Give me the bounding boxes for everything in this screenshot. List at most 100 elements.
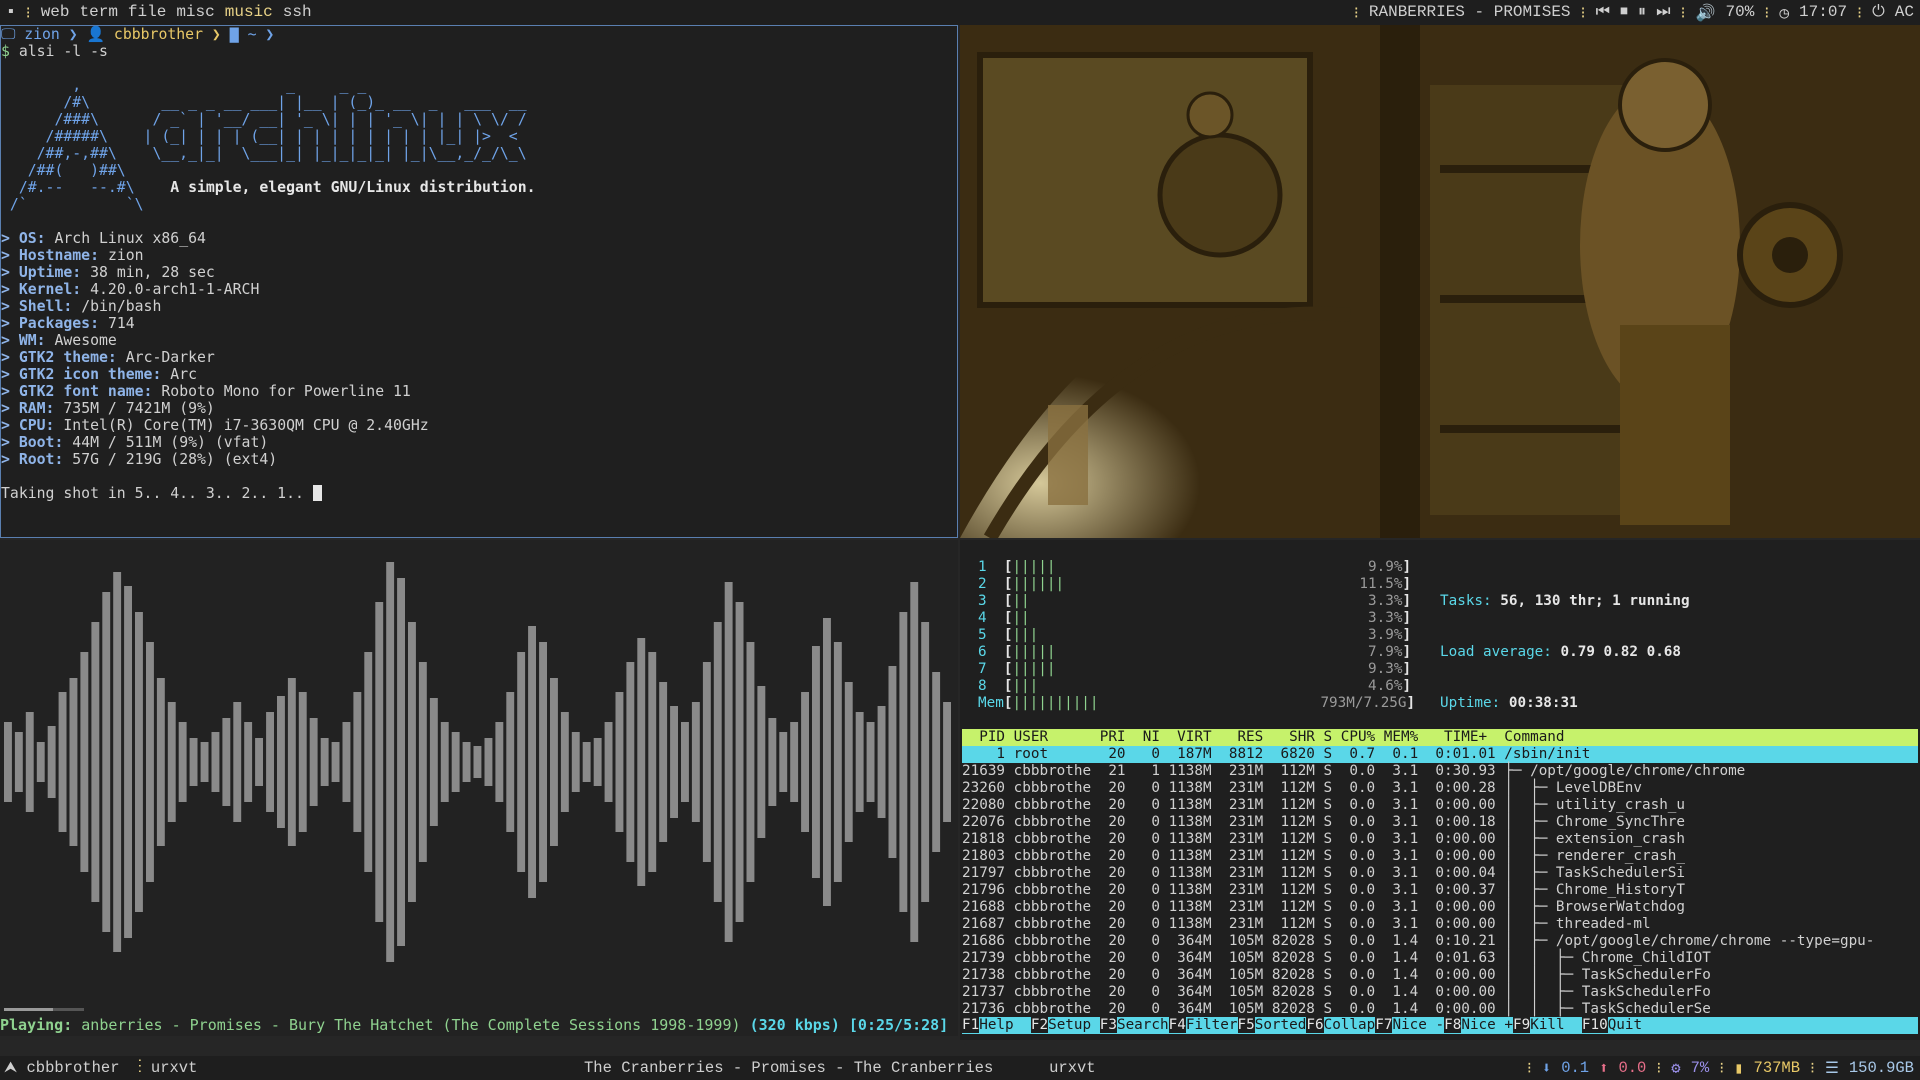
fkey-f4[interactable]: F4 xyxy=(1168,1017,1186,1033)
cpu-meter: 4 [|| 3.3%] xyxy=(978,610,1412,626)
cpu-number: 4 xyxy=(978,610,987,626)
tag-term[interactable]: term xyxy=(80,3,118,23)
process-row[interactable]: 21796 cbbbrothe 20 0 1138M 231M 112M S 0… xyxy=(962,882,1918,899)
mem-label: Mem xyxy=(978,695,1004,711)
visualizer-bar xyxy=(320,738,329,786)
visualizer-bar xyxy=(539,642,547,882)
cpu-bars: || xyxy=(1012,593,1030,609)
fkey-f6[interactable]: F6 xyxy=(1306,1017,1324,1033)
fkey-label[interactable]: Nice - xyxy=(1392,1017,1444,1033)
arch-logo: /##,-,##\ \__,_|_| \___|_| |_|_|_|_| |_|… xyxy=(1,145,527,162)
info-label: Uptime: xyxy=(18,264,82,281)
process-row[interactable]: 1 root 20 0 187M 8812 6820 S 0.7 0.1 0:0… xyxy=(962,746,1918,763)
tag-file[interactable]: file xyxy=(128,3,166,23)
cpu-percent: 3.3% xyxy=(1368,610,1403,626)
next-icon[interactable]: ⏭ xyxy=(1656,3,1670,23)
info-value: Arc xyxy=(170,366,198,383)
process-row[interactable]: 21736 cbbbrothe 20 0 364M 105M 82028 S 0… xyxy=(962,1001,1918,1018)
cpu-meter: 8 [||| 4.6%] xyxy=(978,678,1412,694)
tag-web[interactable]: web xyxy=(41,3,70,23)
fkey-f7[interactable]: F7 xyxy=(1375,1017,1393,1033)
info-marker: > xyxy=(1,383,19,400)
fkey-label[interactable]: Search xyxy=(1117,1017,1169,1033)
fkey-label[interactable]: Filter xyxy=(1186,1017,1238,1033)
process-row[interactable]: 21639 cbbbrothe 21 1 1138M 231M 112M S 0… xyxy=(962,763,1918,780)
fkey-label[interactable]: Quit xyxy=(1608,1017,1642,1033)
process-row[interactable]: 21687 cbbbrothe 20 0 1138M 231M 112M S 0… xyxy=(962,916,1918,933)
cpu-number: 5 xyxy=(978,627,987,643)
info-line: > RAM: 735M / 7421M (9%) xyxy=(1,400,957,417)
fkey-f2[interactable]: F2 xyxy=(1030,1017,1049,1033)
fkey-label[interactable]: Help xyxy=(979,1017,1031,1033)
process-row[interactable]: 21688 cbbbrothe 20 0 1138M 231M 112M S 0… xyxy=(962,899,1918,916)
arch-icon[interactable]: ⮝ xyxy=(4,1059,26,1077)
fkey-f8[interactable]: F8 xyxy=(1444,1017,1462,1033)
cpu-bars: || xyxy=(1012,610,1030,626)
tasklist: The Cranberries - Promises - The Cranber… xyxy=(584,1059,1096,1077)
fkey-f1[interactable]: F1 xyxy=(962,1017,980,1033)
separator: ⁝ xyxy=(1353,5,1359,23)
process-row[interactable]: 21818 cbbbrothe 20 0 1138M 231M 112M S 0… xyxy=(962,831,1918,848)
visualizer-bar xyxy=(681,722,689,802)
tag-misc[interactable]: misc xyxy=(176,3,214,23)
volume-icon[interactable]: 🔊 xyxy=(1696,3,1716,23)
tag-music[interactable]: music xyxy=(225,3,273,23)
fkey-f5[interactable]: F5 xyxy=(1237,1017,1255,1033)
task-music[interactable]: The Cranberries - Promises - The Cranber… xyxy=(584,1059,993,1077)
info-marker: > xyxy=(1,451,19,468)
progress-bar-track[interactable] xyxy=(4,1008,84,1011)
arch-logo: , _ _ _ xyxy=(1,77,367,94)
previous-icon[interactable]: ⏮ xyxy=(1596,3,1610,23)
username[interactable]: cbbbrother xyxy=(26,1059,119,1077)
info-marker: > xyxy=(1,349,19,366)
clock[interactable]: 17:07 xyxy=(1799,3,1847,23)
fkey-label[interactable]: Setup xyxy=(1048,1017,1100,1033)
function-key-bar: F1Help F2Setup F3SearchF4FilterF5SortedF… xyxy=(962,1017,1918,1034)
tag-ssh[interactable]: ssh xyxy=(283,3,312,23)
process-row[interactable]: 22076 cbbbrothe 20 0 1138M 231M 112M S 0… xyxy=(962,814,1918,831)
process-row[interactable]: 21739 cbbbrothe 20 0 364M 105M 82028 S 0… xyxy=(962,950,1918,967)
cpu-usage: 7% xyxy=(1690,1059,1710,1077)
info-label: CPU: xyxy=(18,417,55,434)
process-row[interactable]: 22080 cbbbrothe 20 0 1138M 231M 112M S 0… xyxy=(962,797,1918,814)
fkey-label[interactable]: Collap xyxy=(1324,1017,1376,1033)
fkey-f10[interactable]: F10 xyxy=(1581,1017,1608,1033)
info-label: GTK2 font name: xyxy=(18,383,153,400)
wallpaper xyxy=(960,25,1920,538)
volume-level[interactable]: 70% xyxy=(1725,3,1754,23)
fkey-f3[interactable]: F3 xyxy=(1099,1017,1117,1033)
power-status: AC xyxy=(1894,3,1914,21)
fkey-label[interactable]: Sorted xyxy=(1255,1017,1307,1033)
process-row[interactable]: 21686 cbbbrothe 20 0 364M 105M 82028 S 0… xyxy=(962,933,1918,950)
task-urxvt[interactable]: urxvt xyxy=(1049,1059,1096,1077)
now-playing[interactable]: RANBERRIES - PROMISES xyxy=(1369,3,1571,23)
process-table-header[interactable]: PID USER PRI NI VIRT RES SHR S CPU% MEM%… xyxy=(962,729,1918,746)
process-row[interactable]: 21738 cbbbrothe 20 0 364M 105M 82028 S 0… xyxy=(962,967,1918,984)
info-line: > GTK2 font name: Roboto Mono for Powerl… xyxy=(1,383,957,400)
separator: ⁝ xyxy=(1680,5,1686,23)
cpu-meters: 1 [||||| 9.9%] 2 [|||||| 11.5%] 3 [|| 3.3%] 4 … xyxy=(978,559,1411,695)
fkey-label[interactable]: Nice + xyxy=(1461,1017,1513,1033)
visualizer-bar xyxy=(593,738,602,786)
info-value: Intel(R) Core(TM) i7-3630QM CPU @ 2.40GH… xyxy=(63,417,429,434)
pause-icon[interactable]: ⏸ xyxy=(1638,3,1646,23)
process-row[interactable]: 21797 cbbbrothe 20 0 1138M 231M 112M S 0… xyxy=(962,865,1918,882)
cpu-number: 6 xyxy=(978,644,987,660)
htop-window[interactable]: 1 [||||| 9.9%] 2 [|||||| 11.5%] 3 [|| 3.3%] 4 … xyxy=(960,540,1920,1040)
launcher-urxvt[interactable]: urxvt xyxy=(151,1059,198,1077)
process-row[interactable]: 21737 cbbbrothe 20 0 364M 105M 82028 S 0… xyxy=(962,984,1918,1001)
disk-icon: ☰ xyxy=(1824,1060,1839,1078)
process-row[interactable]: 21803 cbbbrothe 20 0 1138M 231M 112M S 0… xyxy=(962,848,1918,865)
fkey-f9[interactable]: F9 xyxy=(1513,1017,1531,1033)
process-table: PID USER PRI NI VIRT RES SHR S CPU% MEM%… xyxy=(962,729,1918,1018)
visualizer-bar xyxy=(484,738,493,786)
cpu-meter: 5 [||| 3.9%] xyxy=(978,627,1412,643)
fkey-label[interactable]: Kill xyxy=(1530,1017,1582,1033)
terminal-window[interactable]: 🖵 zion ❯ 👤 cbbbrother ❯ ▇ ~ ❯ $ alsi -l … xyxy=(0,25,958,538)
net-down: 0.1 xyxy=(1561,1059,1590,1077)
launcher-icon[interactable]: ▪ xyxy=(6,3,16,23)
info-label: WM: xyxy=(18,332,46,349)
stop-icon[interactable]: ⏹ xyxy=(1620,3,1628,23)
visualizer-bar xyxy=(4,722,12,802)
process-row[interactable]: 23260 cbbbrothe 20 0 1138M 231M 112M S 0… xyxy=(962,780,1918,797)
